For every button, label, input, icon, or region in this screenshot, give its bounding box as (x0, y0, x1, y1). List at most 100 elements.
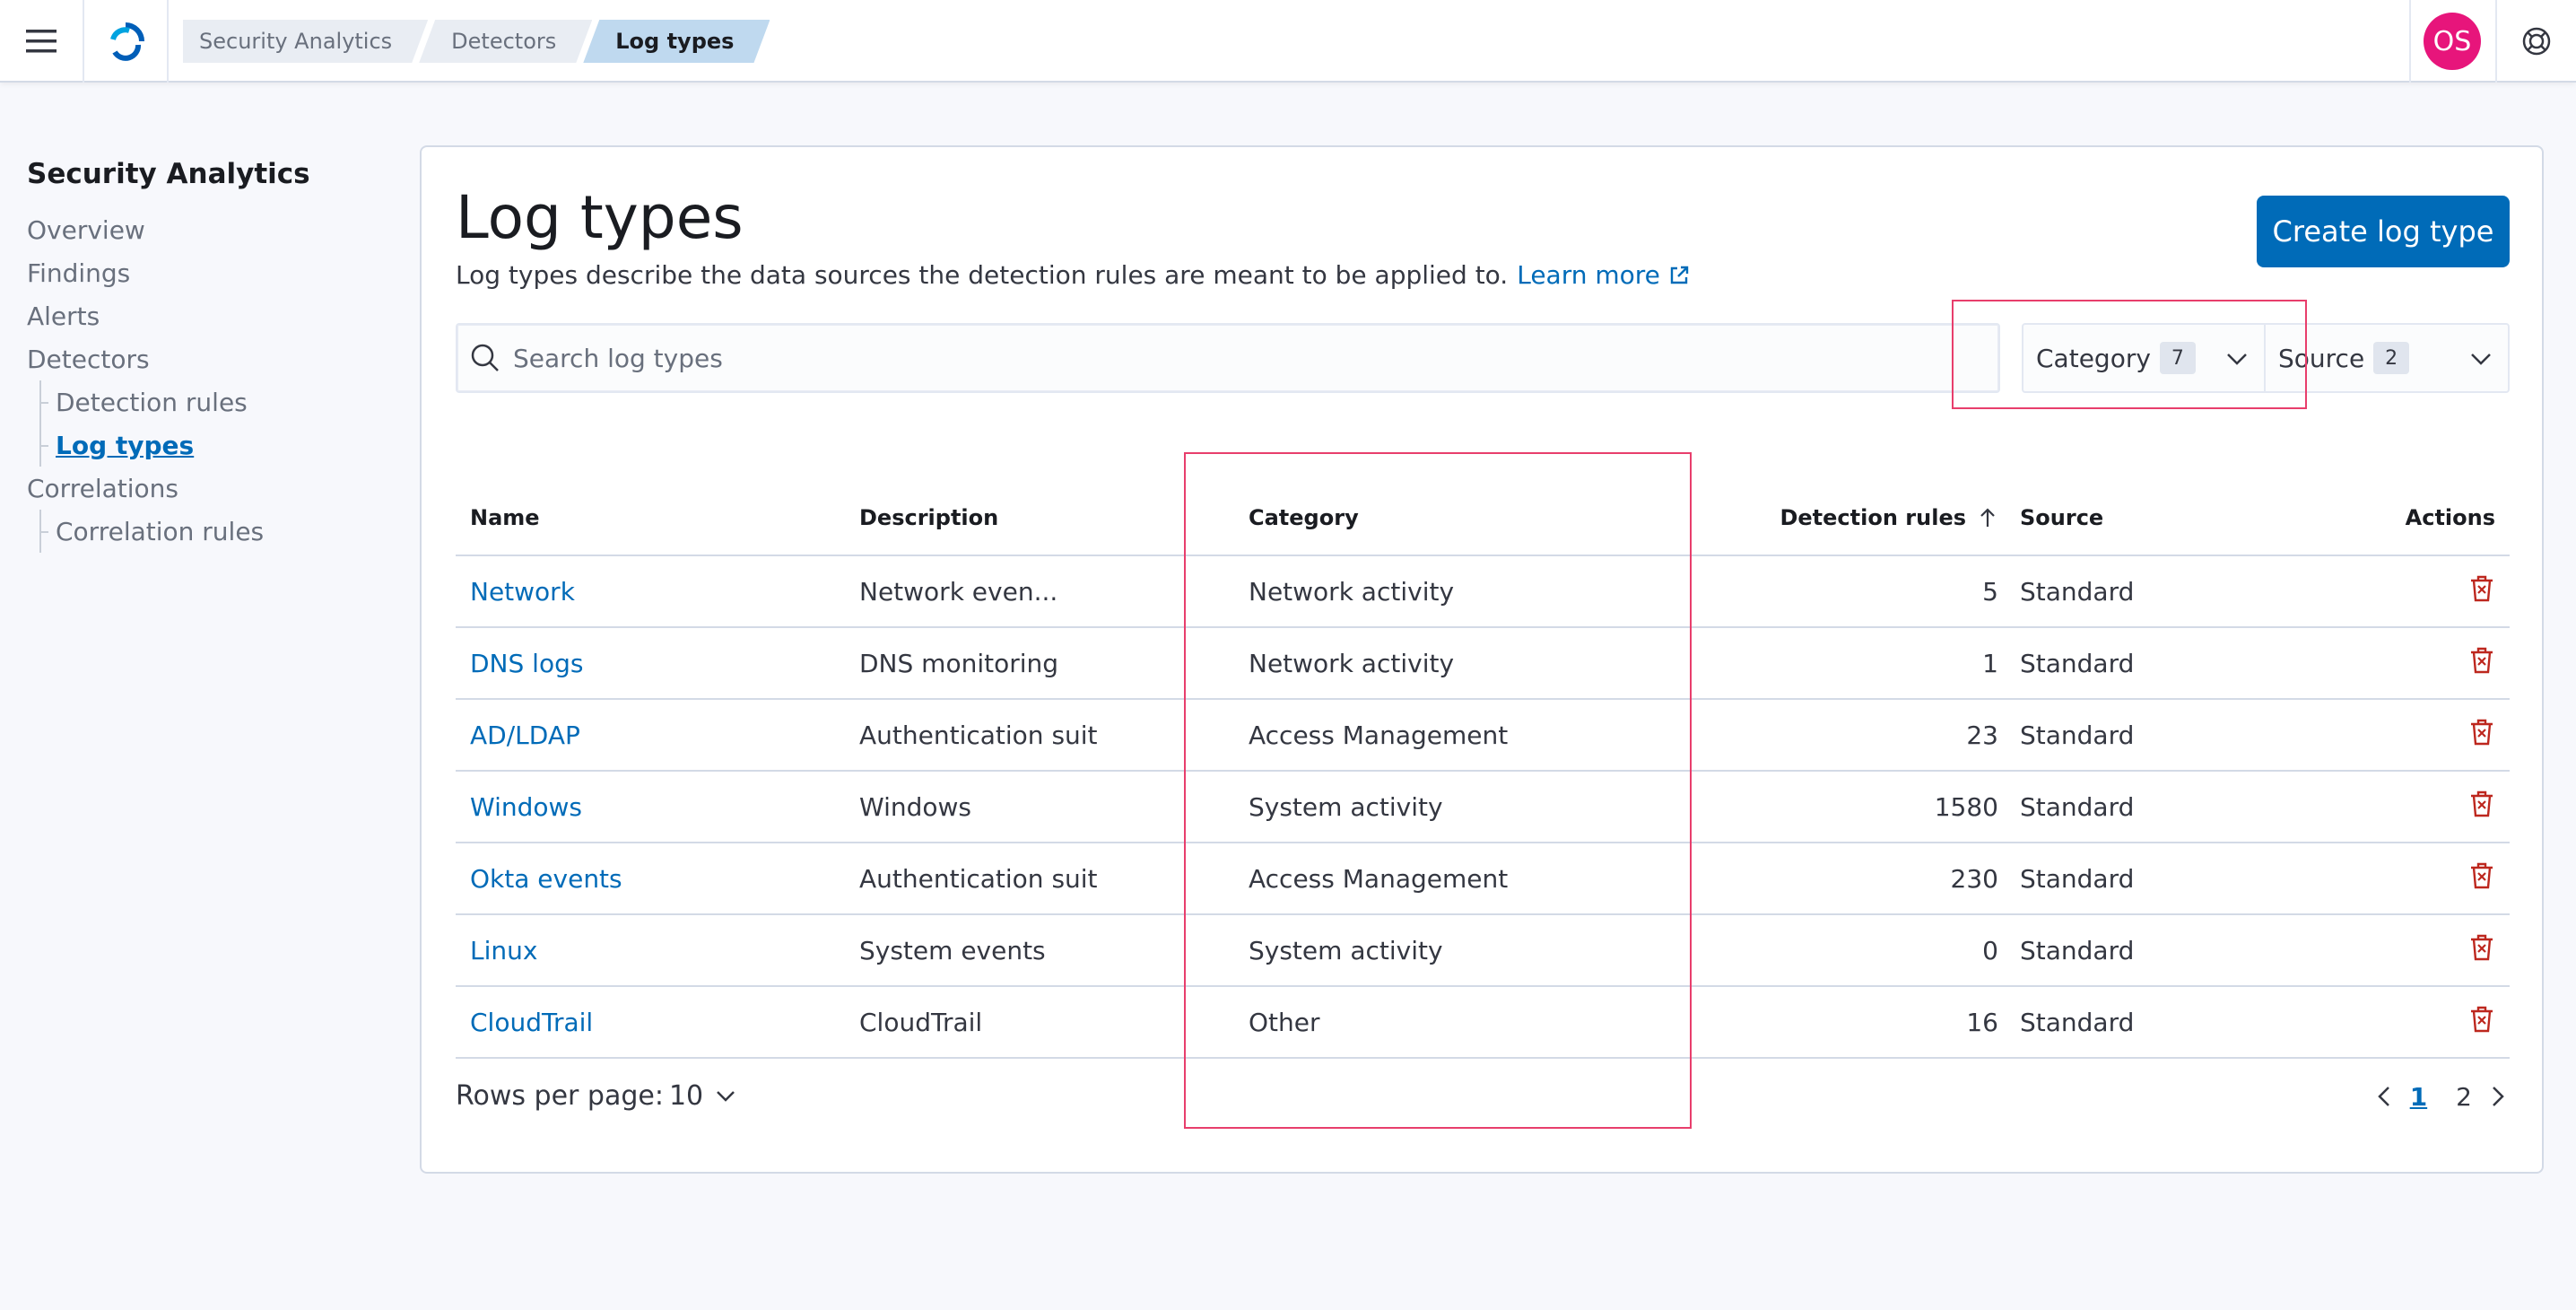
log-type-rule-count: 230 (1950, 863, 1998, 894)
breadcrumb-security-analytics[interactable]: Security Analytics (183, 20, 428, 63)
log-type-category: Access Management (1249, 720, 1509, 750)
log-type-description: Authentication suit (859, 863, 1098, 894)
log-type-category: Access Management (1249, 863, 1509, 894)
sidebar-item-findings[interactable]: Findings (27, 251, 386, 294)
log-type-name-link[interactable]: CloudTrail (470, 1008, 593, 1037)
table-body: Network Network even... Network activity… (456, 556, 2510, 1059)
source-filter-count: 2 (2373, 342, 2410, 374)
log-type-rule-count: 5 (1982, 576, 1998, 607)
log-type-description: CloudTrail (859, 1007, 983, 1037)
log-type-name-link[interactable]: Windows (470, 792, 582, 822)
log-type-category: Other (1249, 1007, 1320, 1037)
pagination: 1 2 (2374, 1080, 2508, 1113)
log-type-category: Network activity (1249, 648, 1455, 678)
delete-button[interactable] (2468, 790, 2495, 825)
side-nav-title: Security Analytics (27, 158, 310, 190)
column-header-source[interactable]: Source (2020, 505, 2103, 530)
log-type-name-link[interactable]: DNS logs (470, 649, 583, 678)
chevron-down-icon (2227, 354, 2247, 365)
rows-per-page-value: 10 (668, 1080, 704, 1112)
log-types-panel: Log types Log types describe the data so… (420, 145, 2544, 1174)
log-types-table: Name Description Category Detection rule… (456, 481, 2510, 1059)
delete-button[interactable] (2468, 933, 2495, 968)
delete-button[interactable] (2468, 574, 2495, 609)
table-header: Name Description Category Detection rule… (456, 481, 2510, 556)
trash-icon (2471, 575, 2493, 601)
table-row: DNS logs DNS monitoring Network activity… (456, 628, 2510, 700)
trash-icon (2471, 862, 2493, 888)
column-header-detection-rules[interactable]: Detection rules (1780, 505, 1998, 530)
search-input[interactable]: Search log types (456, 323, 2000, 393)
log-type-name-link[interactable]: Linux (470, 936, 537, 965)
sidebar-item-correlations[interactable]: Correlations (27, 467, 386, 510)
log-type-rule-count: 1580 (1934, 791, 1998, 822)
sidebar-item-detection-rules[interactable]: Detection rules (27, 380, 386, 424)
sidebar-item-correlation-rules[interactable]: Correlation rules (27, 510, 386, 553)
log-type-rule-count: 16 (1966, 1007, 1998, 1037)
page-title: Log types (456, 183, 744, 252)
previous-page-icon[interactable] (2374, 1084, 2396, 1109)
log-type-source: Standard (2020, 863, 2135, 894)
breadcrumb: Security Analytics Detectors Log types (183, 20, 761, 63)
table-row: Network Network even... Network activity… (456, 556, 2510, 628)
menu-toggle-button[interactable] (0, 0, 84, 83)
category-filter-count: 7 (2159, 342, 2196, 374)
column-header-category[interactable]: Category (1249, 505, 1359, 530)
log-type-description: Windows (859, 791, 971, 822)
side-nav: Security Analytics Overview Findings Ale… (27, 158, 386, 553)
log-type-rule-count: 1 (1982, 648, 1998, 678)
log-type-description: DNS monitoring (859, 648, 1059, 678)
search-icon (471, 344, 499, 371)
help-button[interactable] (2497, 0, 2576, 83)
category-filter-button[interactable]: Category 7 (2023, 325, 2266, 391)
log-type-description: Network even... (859, 576, 1058, 607)
sort-ascending-icon (1980, 508, 1995, 527)
table-row: CloudTrail CloudTrail Other 16 Standard (456, 987, 2510, 1059)
top-header: Security Analytics Detectors Log types O… (0, 0, 2576, 83)
log-type-source: Standard (2020, 935, 2135, 965)
page-1-button[interactable]: 1 (2410, 1082, 2427, 1112)
learn-more-label: Learn more (1517, 260, 1660, 290)
page-2-button[interactable]: 2 (2456, 1082, 2472, 1112)
external-link-icon (1670, 266, 1689, 284)
create-log-type-button[interactable]: Create log type (2257, 196, 2510, 267)
log-type-category: System activity (1249, 791, 1443, 822)
category-filter-label: Category (2036, 343, 2151, 373)
log-type-description: System events (859, 935, 1046, 965)
delete-button[interactable] (2468, 1005, 2495, 1040)
learn-more-link[interactable]: Learn more (1517, 260, 1691, 290)
delete-button[interactable] (2468, 861, 2495, 896)
column-header-description[interactable]: Description (859, 505, 998, 530)
log-type-source: Standard (2020, 1007, 2135, 1037)
next-page-icon[interactable] (2486, 1084, 2508, 1109)
trash-icon (2471, 1006, 2493, 1032)
search-placeholder: Search log types (513, 343, 723, 373)
log-type-name-link[interactable]: AD/LDAP (470, 720, 580, 750)
source-filter-label: Source (2278, 343, 2365, 373)
sidebar-item-alerts[interactable]: Alerts (27, 294, 386, 337)
sidebar-item-log-types[interactable]: Log types (27, 424, 386, 467)
log-type-source: Standard (2020, 791, 2135, 822)
log-type-category: Network activity (1249, 576, 1455, 607)
filter-group: Category 7 Source 2 (2022, 323, 2510, 393)
table-row: Linux System events System activity 0 St… (456, 915, 2510, 987)
user-avatar[interactable]: OS (2424, 13, 2481, 70)
trash-icon (2471, 934, 2493, 960)
log-type-description: Authentication suit (859, 720, 1098, 750)
sidebar-item-detectors[interactable]: Detectors (27, 337, 386, 380)
log-type-rule-count: 23 (1966, 720, 1998, 750)
source-filter-button[interactable]: Source 2 (2266, 325, 2508, 391)
delete-button[interactable] (2468, 718, 2495, 753)
log-type-name-link[interactable]: Network (470, 577, 575, 607)
rows-per-page-button[interactable]: Rows per page: 10 (456, 1080, 737, 1112)
trash-icon (2471, 647, 2493, 673)
sidebar-item-overview[interactable]: Overview (27, 208, 386, 251)
log-type-name-link[interactable]: Okta events (470, 864, 622, 894)
header-divider (2409, 0, 2411, 83)
breadcrumb-detectors[interactable]: Detectors (419, 20, 592, 63)
home-logo-button[interactable] (84, 0, 169, 83)
delete-button[interactable] (2468, 646, 2495, 681)
column-header-name[interactable]: Name (470, 505, 540, 530)
opensearch-logo-icon (110, 22, 144, 61)
log-type-source: Standard (2020, 720, 2135, 750)
